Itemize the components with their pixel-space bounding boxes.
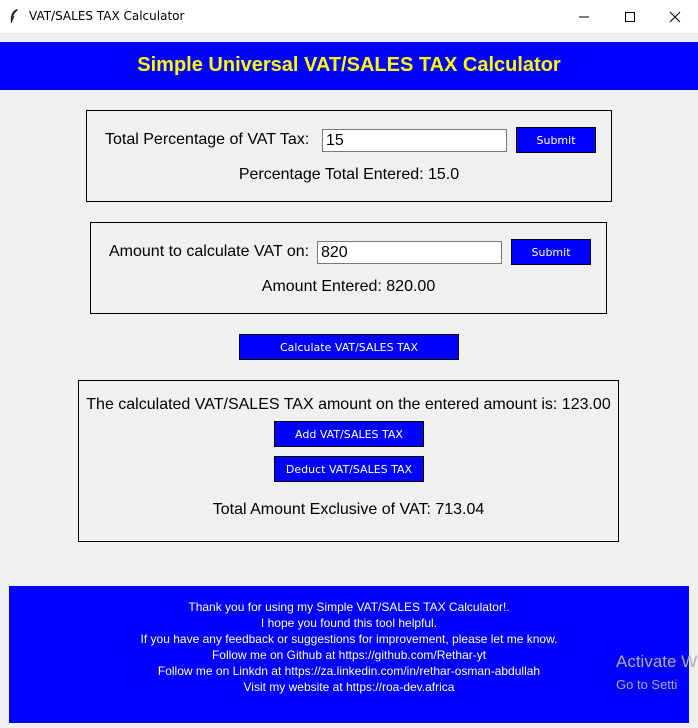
amount-label: Amount to calculate VAT on:	[109, 243, 310, 260]
window-titlebar: VAT/SALES TAX Calculator	[0, 0, 698, 34]
footer-line-helpful: I hope you found this tool helpful.	[260, 616, 438, 630]
window-title: VAT/SALES TAX Calculator	[29, 9, 185, 23]
vat-percentage-input[interactable]	[322, 129, 507, 152]
maximize-button[interactable]	[607, 0, 653, 33]
footer-line-linkedin: Follow me on Linkdn at https://za.linked…	[157, 664, 541, 678]
vat-percentage-label: Total Percentage of VAT Tax:	[105, 131, 310, 148]
vat-percentage-panel: Total Percentage of VAT Tax: Submit Perc…	[86, 110, 612, 202]
amount-panel: Amount to calculate VAT on: Submit Amoun…	[90, 222, 607, 314]
calculated-vat-text: The calculated VAT/SALES TAX amount on t…	[86, 396, 611, 413]
app-title: Simple Universal VAT/SALES TAX Calculato…	[137, 54, 561, 76]
activation-watermark-subtitle: Go to Setti	[616, 677, 678, 692]
close-button[interactable]	[652, 0, 698, 33]
total-exclusive-text: Total Amount Exclusive of VAT: 713.04	[212, 501, 485, 518]
footer-line-website: Visit my website at https://roa-dev.afri…	[243, 680, 455, 694]
footer-line-feedback: If you have any feedback or suggestions …	[140, 632, 558, 646]
close-icon	[669, 11, 681, 23]
maximize-icon	[625, 12, 635, 22]
result-panel: The calculated VAT/SALES TAX amount on t…	[78, 380, 619, 542]
calculate-button[interactable]: Calculate VAT/SALES TAX	[239, 334, 459, 360]
minimize-button[interactable]	[561, 0, 607, 33]
amount-status: Amount Entered: 820.00	[261, 278, 436, 295]
footer-panel: Thank you for using my Simple VAT/SALES …	[9, 586, 689, 723]
vat-percentage-status: Percentage Total Entered: 15.0	[238, 166, 460, 183]
add-vat-button[interactable]: Add VAT/SALES TAX	[274, 421, 424, 447]
app-header: Simple Universal VAT/SALES TAX Calculato…	[0, 42, 698, 90]
footer-line-thanks: Thank you for using my Simple VAT/SALES …	[188, 600, 510, 614]
minimize-icon	[579, 16, 589, 18]
vat-submit-button[interactable]: Submit	[516, 127, 596, 153]
deduct-vat-button[interactable]: Deduct VAT/SALES TAX	[274, 456, 424, 482]
amount-submit-button[interactable]: Submit	[511, 239, 591, 265]
amount-input[interactable]	[317, 241, 502, 264]
activation-watermark-title: Activate W	[616, 652, 698, 671]
feather-icon	[10, 9, 18, 24]
footer-line-github: Follow me on Github at https://github.co…	[211, 648, 487, 662]
